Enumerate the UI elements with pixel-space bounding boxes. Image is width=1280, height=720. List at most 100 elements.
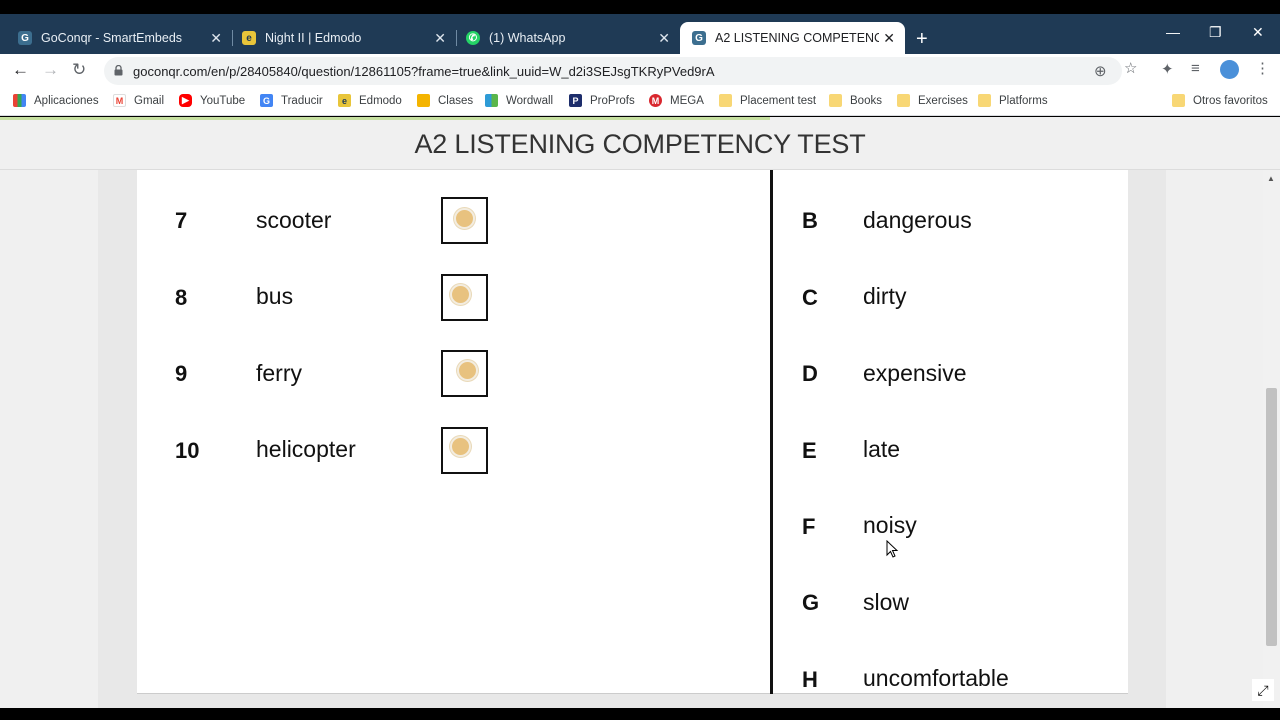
item-number: 7 xyxy=(175,208,188,233)
bookmark-star-icon[interactable]: ☆ xyxy=(1124,59,1137,77)
question-card: 7 scooter 8 bus 9 ferry 10 helicopter B … xyxy=(137,170,1128,694)
bookmark-edmodo[interactable]: e Edmodo xyxy=(338,94,402,107)
browser-toolbar: ← → ↻ goconqr.com/en/p/28405840/question… xyxy=(0,54,1280,88)
scrollbar-thumb[interactable] xyxy=(1266,388,1277,646)
bookmark-label: Traducir xyxy=(281,94,323,107)
edmodo-icon: e xyxy=(242,31,256,45)
option-word: expensive xyxy=(863,360,967,386)
goconqr-icon: G xyxy=(18,31,32,45)
option-word: dirty xyxy=(863,283,907,309)
drop-handle-dot[interactable] xyxy=(450,436,471,457)
tab-whatsapp[interactable]: ✆ (1) WhatsApp ✕ xyxy=(456,22,680,54)
gmail-icon: M xyxy=(113,94,126,107)
option-letter: F xyxy=(802,514,816,539)
goconqr-icon: G xyxy=(692,31,706,45)
bookmark-proprofs[interactable]: P ProProfs xyxy=(569,94,635,107)
bookmark-label: Books xyxy=(850,94,882,107)
browser-window: G GoConqr - SmartEmbeds ✕ e Night II | E… xyxy=(0,0,1280,720)
option-word: dangerous xyxy=(863,207,972,233)
drop-handle-dot[interactable] xyxy=(450,284,471,305)
mega-icon: M xyxy=(649,94,662,107)
close-tab-icon[interactable]: ✕ xyxy=(434,30,446,47)
tab-strip: G GoConqr - SmartEmbeds ✕ e Night II | E… xyxy=(0,14,1280,54)
tab-title: Night II | Edmodo xyxy=(265,31,362,45)
item-word: scooter xyxy=(256,207,332,233)
drop-handle-dot[interactable] xyxy=(454,208,475,229)
forward-icon[interactable]: → xyxy=(42,60,59,80)
apps-grid-icon xyxy=(13,94,26,107)
option-word: noisy xyxy=(863,512,917,538)
bookmark-label: MEGA xyxy=(670,94,704,107)
folder-icon xyxy=(897,94,910,107)
bookmarks-bar: Aplicaciones M Gmail ▶ YouTube G Traduci… xyxy=(0,88,1280,116)
bookmark-mega[interactable]: M MEGA xyxy=(649,94,704,107)
item-number: 9 xyxy=(175,361,188,386)
option-letter: B xyxy=(802,208,818,233)
bookmark-platforms[interactable]: Platforms xyxy=(978,94,1048,107)
item-word: bus xyxy=(256,283,294,309)
page-viewport: A2 LISTENING COMPETENCY TEST 7 scooter 8… xyxy=(0,117,1280,708)
add-icon[interactable]: ⊕ xyxy=(1094,62,1107,80)
vertical-scrollbar[interactable]: ▲ xyxy=(1263,170,1280,708)
translate-icon: G xyxy=(260,94,273,107)
bookmark-label: Clases xyxy=(438,94,474,107)
drop-target-box[interactable] xyxy=(441,274,488,321)
minimize-icon[interactable]: — xyxy=(1166,24,1180,40)
bookmark-aplicaciones[interactable]: Aplicaciones xyxy=(13,94,99,107)
column-divider xyxy=(770,170,773,694)
tab-goconqr-smartembeds[interactable]: G GoConqr - SmartEmbeds ✕ xyxy=(0,22,233,54)
restore-icon[interactable]: ❐ xyxy=(1209,24,1222,41)
profile-avatar-icon[interactable] xyxy=(1220,60,1239,79)
lock-icon xyxy=(114,65,123,76)
tab-title: A2 LISTENING COMPETENCY TES xyxy=(715,31,879,45)
bookmark-clases[interactable]: Clases xyxy=(417,94,473,107)
option-letter: D xyxy=(802,361,818,386)
option-letter: G xyxy=(802,590,820,615)
bookmark-label: Placement test xyxy=(740,94,817,107)
bookmark-otros-favoritos[interactable]: Otros favoritos xyxy=(1172,94,1268,107)
bookmark-gmail[interactable]: M Gmail xyxy=(113,94,164,107)
bookmark-youtube[interactable]: ▶ YouTube xyxy=(179,94,245,107)
close-tab-icon[interactable]: ✕ xyxy=(210,30,222,47)
bookmark-placement-test[interactable]: Placement test xyxy=(719,94,816,107)
bookmark-label: Gmail xyxy=(134,94,165,107)
drop-target-box[interactable] xyxy=(441,350,488,397)
proprofs-icon: P xyxy=(569,94,582,107)
url-text: goconqr.com/en/p/28405840/question/12861… xyxy=(133,64,715,79)
bookmark-label: Exercises xyxy=(918,94,968,107)
bookmark-traducir[interactable]: G Traducir xyxy=(260,94,323,107)
back-icon[interactable]: ← xyxy=(12,60,29,80)
scroll-up-arrow-icon[interactable]: ▲ xyxy=(1267,174,1275,183)
folder-icon xyxy=(829,94,842,107)
bookmark-label: ProProfs xyxy=(590,94,635,107)
reading-list-icon[interactable]: ≡ xyxy=(1191,60,1200,77)
drop-handle-dot[interactable] xyxy=(457,360,478,381)
address-bar[interactable]: goconqr.com/en/p/28405840/question/12861… xyxy=(104,57,1122,85)
mouse-pointer-icon xyxy=(886,540,899,558)
youtube-icon: ▶ xyxy=(179,94,192,107)
close-window-icon[interactable]: ✕ xyxy=(1252,24,1264,41)
drop-target-box[interactable] xyxy=(441,197,488,244)
wordwall-icon xyxy=(485,94,498,107)
close-tab-icon[interactable]: ✕ xyxy=(883,30,895,47)
extensions-icon[interactable]: ✦ xyxy=(1161,60,1174,78)
tab-edmodo[interactable]: e Night II | Edmodo ✕ xyxy=(232,22,457,54)
item-word: helicopter xyxy=(256,436,356,462)
tab-title: (1) WhatsApp xyxy=(489,31,566,45)
bookmark-wordwall[interactable]: Wordwall xyxy=(485,94,553,107)
close-tab-icon[interactable]: ✕ xyxy=(658,30,670,47)
edmodo-icon: e xyxy=(338,94,351,107)
tab-a2-listening-test[interactable]: G A2 LISTENING COMPETENCY TES ✕ xyxy=(680,22,905,54)
bookmark-books[interactable]: Books xyxy=(829,94,882,107)
bookmark-exercises[interactable]: Exercises xyxy=(897,94,968,107)
option-letter: H xyxy=(802,667,818,692)
folder-icon xyxy=(978,94,991,107)
bookmark-label: Platforms xyxy=(999,94,1048,107)
folder-icon xyxy=(719,94,732,107)
new-tab-button[interactable]: + xyxy=(916,28,928,51)
fullscreen-expand-icon[interactable]: ⤢ xyxy=(1252,679,1274,701)
bookmark-label: Otros favoritos xyxy=(1193,94,1268,107)
reload-icon[interactable]: ↻ xyxy=(72,60,86,80)
drop-target-box[interactable] xyxy=(441,427,488,474)
menu-icon[interactable]: ⋮ xyxy=(1255,59,1270,77)
